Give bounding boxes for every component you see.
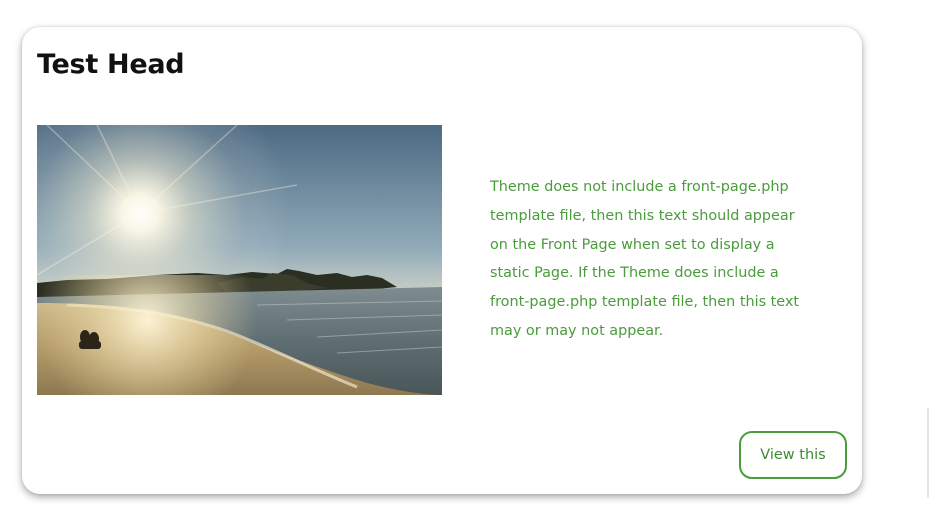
beach-photo (37, 125, 442, 395)
card-description: Theme does not include a front-page.php … (490, 179, 800, 339)
content-card: Test Head Theme does not include a front… (22, 27, 862, 494)
beach-photo-illustration (37, 125, 442, 395)
card-title: Test Head (37, 49, 185, 80)
view-this-button[interactable]: View this (739, 431, 847, 479)
